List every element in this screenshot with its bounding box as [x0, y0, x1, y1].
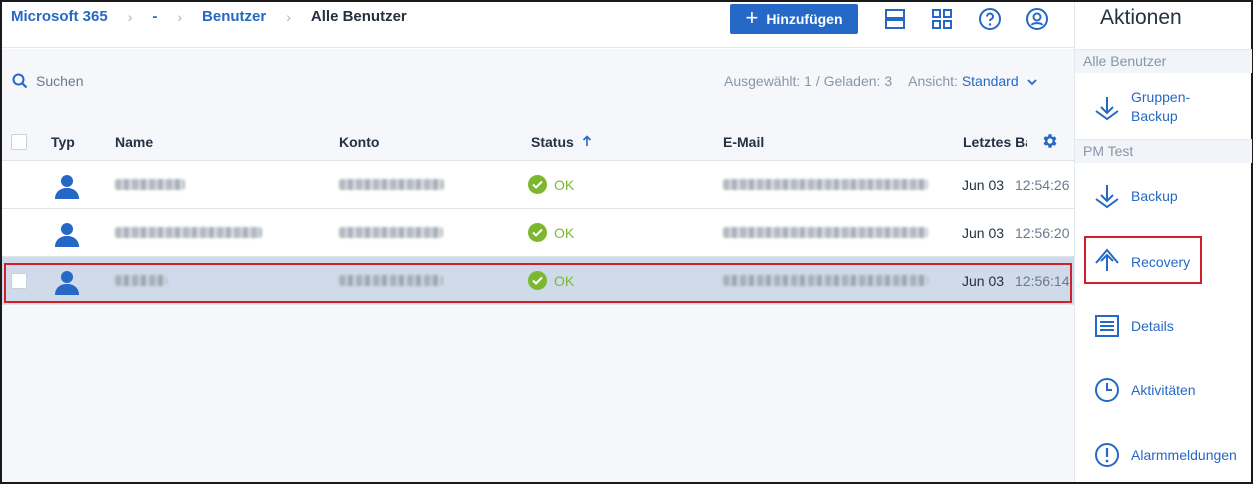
- help-icon[interactable]: [978, 7, 1002, 31]
- selection-summary: Ausgewählt: 1 / Geladen: 3 Ansicht: Stan…: [724, 73, 1037, 89]
- backup-date: Jun 03: [962, 177, 1005, 193]
- selected-row-highlight: [4, 263, 1072, 303]
- account-blurred: [339, 227, 443, 238]
- view-label: Ansicht:: [908, 73, 958, 89]
- column-email[interactable]: E-Mail: [723, 134, 764, 150]
- breadcrumb-benutzer[interactable]: Benutzer: [202, 8, 266, 25]
- add-button-label: Hinzufügen: [766, 11, 843, 27]
- name-blurred: [115, 227, 262, 238]
- grid-view-icon[interactable]: [930, 7, 954, 31]
- backup-time: 12:54:26: [1015, 177, 1070, 193]
- backup-label: Backup: [1131, 188, 1178, 204]
- recovery-highlight: [1084, 236, 1202, 284]
- status-label: OK: [554, 224, 575, 241]
- column-name[interactable]: Name: [115, 134, 153, 150]
- view-value: Standard: [961, 73, 1019, 89]
- selection-count: Ausgewählt: 1 / Geladen: 3: [724, 73, 893, 89]
- breadcrumb-dash[interactable]: -: [152, 8, 157, 25]
- user-icon: [55, 175, 79, 199]
- column-typ[interactable]: Typ: [51, 134, 75, 150]
- alarms-label: Alarmmeldungen: [1131, 447, 1237, 463]
- account-blurred: [339, 179, 444, 190]
- column-last-backup[interactable]: Letztes Ba: [963, 134, 1027, 150]
- chevron-right-icon: ›: [127, 8, 133, 25]
- user-icon: [55, 223, 79, 247]
- sort-ascending-icon: [582, 135, 591, 146]
- column-status-label: Status: [531, 134, 574, 150]
- status-label: OK: [554, 176, 575, 193]
- section-all-users: Alle Benutzer: [1075, 49, 1252, 73]
- activities-action[interactable]: Aktivitäten: [1075, 376, 1252, 404]
- check-circle-icon: [528, 175, 547, 194]
- breadcrumb: Microsoft 365 › - › Benutzer › Alle Benu…: [11, 8, 407, 25]
- search-icon: [12, 73, 28, 89]
- top-bar: Microsoft 365 › - › Benutzer › Alle Benu…: [2, 2, 1074, 48]
- backup-time: 12:56:20: [1015, 225, 1070, 241]
- view-selector[interactable]: Ansicht: Standard: [908, 73, 1037, 89]
- clock-icon: [1095, 378, 1119, 402]
- breadcrumb-current: Alle Benutzer: [310, 8, 407, 25]
- backup-action[interactable]: Backup: [1075, 182, 1252, 210]
- download-icon: [1095, 97, 1119, 121]
- details-action[interactable]: Details: [1075, 312, 1252, 340]
- chevron-right-icon: ›: [177, 8, 183, 25]
- select-all-checkbox[interactable]: [11, 134, 27, 150]
- email-blurred: [723, 179, 928, 190]
- status-ok: OK: [528, 175, 574, 194]
- download-icon: [1095, 185, 1119, 209]
- search-box[interactable]: Suchen: [12, 73, 83, 89]
- backup-date: Jun 03: [962, 225, 1005, 241]
- table-header: Typ Name Konto Status E-Mail Letztes Ba: [2, 123, 1074, 161]
- plus-icon: +: [745, 5, 759, 30]
- details-label: Details: [1131, 318, 1174, 334]
- check-circle-icon: [528, 223, 547, 242]
- section-user: PM Test: [1075, 139, 1252, 163]
- alarms-action[interactable]: Alarmmeldungen: [1075, 441, 1252, 469]
- details-icon: [1095, 315, 1119, 337]
- status-ok: OK: [528, 223, 574, 242]
- add-button[interactable]: + Hinzufügen: [730, 4, 858, 34]
- alert-circle-icon: [1095, 443, 1119, 467]
- gear-icon[interactable]: [1041, 132, 1059, 150]
- group-backup-label-2: Backup: [1131, 108, 1178, 124]
- column-status[interactable]: Status: [531, 134, 592, 150]
- table-row[interactable]: OK Jun 03 12:54:26: [2, 161, 1074, 209]
- panel-title: Aktionen: [1100, 6, 1182, 29]
- search-label: Suchen: [36, 73, 84, 89]
- chevron-right-icon: ›: [286, 8, 291, 25]
- list-view-icon[interactable]: [883, 7, 907, 31]
- name-blurred: [115, 179, 185, 190]
- email-blurred: [723, 227, 928, 238]
- column-konto[interactable]: Konto: [339, 134, 379, 150]
- chevron-down-icon: [1026, 79, 1037, 86]
- account-icon[interactable]: [1025, 7, 1049, 31]
- group-backup-label-1: Gruppen-: [1131, 89, 1191, 105]
- breadcrumb-microsoft-365[interactable]: Microsoft 365: [11, 8, 108, 25]
- table-row[interactable]: OK Jun 03 12:56:20: [2, 209, 1074, 257]
- group-backup-action[interactable]: Gruppen- Backup: [1075, 88, 1252, 128]
- activities-label: Aktivitäten: [1131, 382, 1196, 398]
